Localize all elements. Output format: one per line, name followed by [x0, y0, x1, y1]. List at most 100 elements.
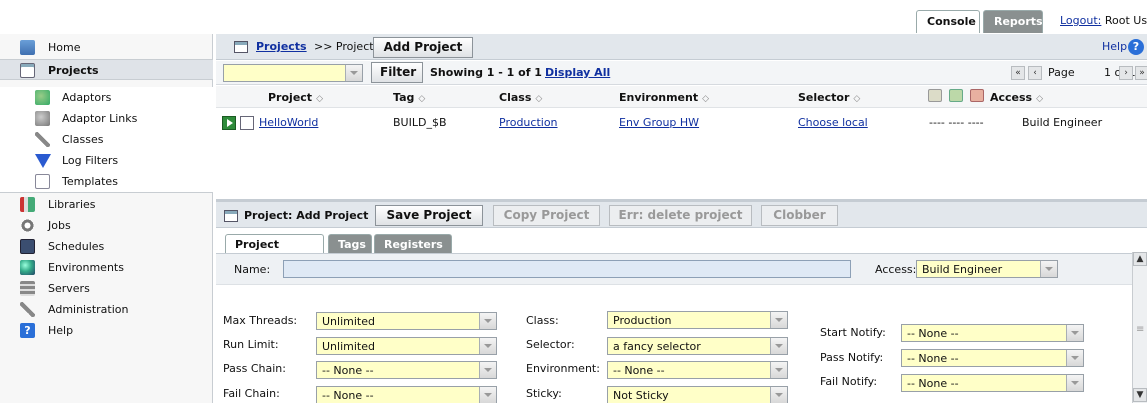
sidebar-item-administration[interactable]: Administration	[0, 299, 213, 320]
delete-project-button[interactable]: Err: delete project	[609, 205, 752, 226]
chevron-down-icon[interactable]	[770, 338, 787, 354]
sidebar-item-label: Servers	[48, 282, 90, 295]
projects-panel-header: Projects >> Projects Add Project Help ?	[216, 34, 1147, 60]
sidebar-item-adaptor-links[interactable]: Adaptor Links	[0, 108, 213, 129]
adaptor-icon	[35, 90, 50, 105]
max-threads-select[interactable]: Unlimited	[316, 312, 497, 330]
sidebar-item-help[interactable]: ? Help	[0, 320, 213, 341]
column-header-class[interactable]: Class ◇	[499, 91, 542, 104]
sidebar-item-label: Environments	[48, 261, 124, 274]
chevron-down-icon[interactable]	[770, 387, 787, 403]
sidebar-item-projects[interactable]: Projects	[0, 59, 213, 80]
sidebar-item-adaptors[interactable]: Adaptors	[0, 87, 213, 108]
name-input[interactable]	[283, 260, 851, 278]
filter-button[interactable]: Filter	[371, 62, 423, 83]
scroll-up-button[interactable]: ▲	[1133, 252, 1147, 266]
wrench-icon	[20, 302, 35, 317]
project-selector-link[interactable]: Choose local	[798, 116, 868, 129]
chevron-down-icon[interactable]	[479, 387, 496, 403]
sidebar-item-label: Projects	[48, 64, 99, 77]
start-notify-select[interactable]: -- None --	[901, 324, 1084, 342]
sidebar-item-libraries[interactable]: Libraries	[0, 194, 213, 215]
pass-notify-select[interactable]: -- None --	[901, 349, 1084, 367]
first-page-button[interactable]: «	[1011, 66, 1025, 80]
clobber-button[interactable]: Clobber	[761, 205, 838, 226]
chevron-down-icon[interactable]	[479, 313, 496, 329]
project-name-link[interactable]: HelloWorld	[259, 116, 318, 129]
tab-registers[interactable]: Registers	[374, 234, 452, 254]
display-all-link[interactable]: Display All	[545, 66, 610, 79]
column-header-tag[interactable]: Tag ◇	[393, 91, 425, 104]
sidebar-item-label: Templates	[62, 175, 118, 188]
select-value: Unlimited	[322, 315, 375, 328]
sidebar-item-classes[interactable]: Classes	[0, 129, 213, 150]
sticky-select[interactable]: Not Sticky	[607, 386, 788, 403]
scroll-down-button[interactable]: ▼	[1133, 388, 1147, 402]
tab-tags[interactable]: Tags	[328, 234, 372, 254]
grid-icon	[224, 210, 238, 222]
sidebar-item-schedules[interactable]: Schedules	[0, 236, 213, 257]
project-environment-link[interactable]: Env Group HW	[619, 116, 699, 129]
column-header-project[interactable]: Project ◇	[268, 91, 323, 104]
prev-page-button[interactable]: ‹	[1028, 66, 1042, 80]
chevron-down-icon[interactable]	[345, 65, 362, 81]
help-link[interactable]: Help	[1102, 40, 1127, 53]
sidebar-item-templates[interactable]: Templates	[0, 171, 213, 192]
save-project-button[interactable]: Save Project	[375, 205, 483, 226]
sidebar-item-log-filters[interactable]: Log Filters	[0, 150, 213, 171]
adaptor-link-icon	[35, 111, 50, 126]
pass-chain-label: Pass Chain:	[223, 362, 286, 375]
fail-chain-select[interactable]: -- None --	[316, 386, 497, 403]
access-select[interactable]: Build Engineer	[916, 260, 1058, 278]
tab-project-details[interactable]: Project Details	[225, 234, 324, 270]
selector-select[interactable]: a fancy selector	[607, 337, 788, 355]
chevron-down-icon[interactable]	[1066, 350, 1083, 366]
next-page-button[interactable]: ›	[1119, 66, 1133, 80]
scroll-grip-icon[interactable]: ≡	[1136, 324, 1144, 335]
class-select[interactable]: Production	[607, 311, 788, 329]
tab-console[interactable]: Console	[916, 10, 980, 33]
chevron-down-icon[interactable]	[770, 362, 787, 378]
sticky-label: Sticky:	[526, 387, 562, 400]
column-header-environment[interactable]: Environment ◇	[619, 91, 709, 104]
sidebar-item-home[interactable]: Home	[0, 37, 213, 58]
chevron-down-icon[interactable]	[479, 338, 496, 354]
chevron-down-icon[interactable]	[479, 362, 496, 378]
sidebar-item-servers[interactable]: Servers	[0, 278, 213, 299]
run-limit-select[interactable]: Unlimited	[316, 337, 497, 355]
access-label: Access:	[875, 263, 917, 276]
edit-project-icon[interactable]	[240, 116, 254, 130]
sort-icon: ◇	[535, 94, 543, 104]
form-scrollbar[interactable]: ▲ ≡ ▼	[1132, 252, 1147, 403]
breadcrumb-projects-link[interactable]: Projects	[256, 40, 307, 53]
copy-project-button[interactable]: Copy Project	[493, 205, 600, 226]
environment-select[interactable]: -- None --	[607, 361, 788, 379]
access-dashes: ---- ---- ----	[929, 116, 984, 129]
globe-icon	[20, 260, 35, 275]
chevron-down-icon[interactable]	[770, 312, 787, 328]
last-page-button[interactable]: »	[1135, 66, 1147, 80]
pass-chain-select[interactable]: -- None --	[316, 361, 497, 379]
logout-link[interactable]: Logout:	[1060, 14, 1101, 27]
home-icon	[20, 40, 35, 55]
select-value: -- None --	[613, 364, 665, 377]
chevron-down-icon[interactable]	[1066, 375, 1083, 391]
filter-select[interactable]	[223, 64, 363, 82]
sort-icon: ◇	[316, 94, 323, 104]
sidebar-item-environments[interactable]: Environments	[0, 257, 213, 278]
column-header-access[interactable]: Access ◇	[990, 91, 1043, 104]
project-class-link[interactable]: Production	[499, 116, 558, 129]
tab-reports[interactable]: Reports	[983, 10, 1043, 33]
grid-icon	[20, 63, 35, 78]
sort-icon: ◇	[1036, 94, 1044, 104]
add-project-button[interactable]: Add Project	[373, 37, 473, 58]
max-threads-label: Max Threads:	[223, 314, 298, 327]
sidebar-item-jobs[interactable]: Jobs	[0, 215, 213, 236]
help-icon[interactable]: ?	[1128, 39, 1144, 55]
run-project-icon[interactable]	[222, 116, 236, 130]
chevron-down-icon[interactable]	[1066, 325, 1083, 341]
column-header-selector[interactable]: Selector ◇	[798, 91, 860, 104]
fail-notify-select[interactable]: -- None --	[901, 374, 1084, 392]
chevron-down-icon[interactable]	[1040, 261, 1057, 277]
access-write-icon	[949, 89, 963, 102]
